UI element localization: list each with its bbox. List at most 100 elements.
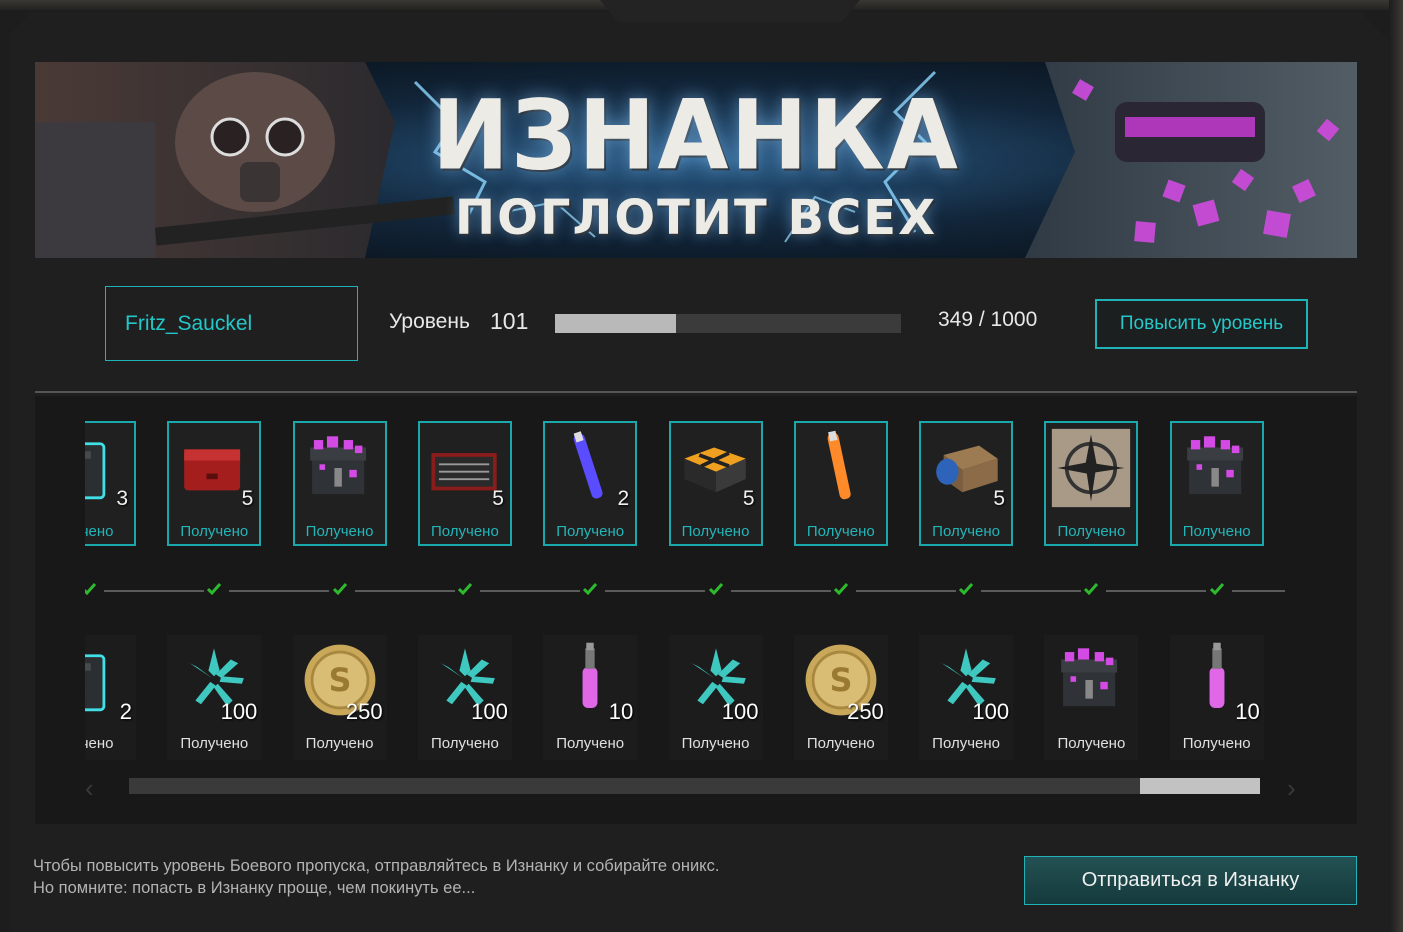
free-reward-card[interactable]: 10 Получено [543, 635, 638, 760]
reward-quantity: 5 [241, 487, 254, 510]
reward-quantity: 100 [721, 699, 759, 724]
player-name-box: Fritz_Sauckel [105, 286, 358, 361]
premium-reward-card[interactable]: 3лучено [85, 421, 136, 546]
level-checkmark-icon [85, 582, 97, 596]
reward-column: Получено S 250 Получено [292, 396, 455, 776]
reward-quantity: 3 [116, 487, 128, 510]
free-reward-card[interactable]: 100 Получено [668, 635, 763, 760]
level-up-button[interactable]: Повысить уровень [1095, 299, 1308, 349]
top-notch [600, 0, 860, 22]
level-number: 101 [490, 308, 529, 334]
reward-status: лучено [85, 735, 114, 752]
reward-quantity: 10 [1235, 699, 1260, 724]
reward-status: Получено [932, 735, 1001, 752]
level-checkmark-icon [959, 582, 974, 596]
free-reward-card[interactable]: 100 Получено [919, 635, 1014, 760]
premium-reward-card[interactable]: Получено [292, 421, 387, 546]
compass-emblem-icon [1052, 428, 1131, 508]
reward-status: Получено [1182, 523, 1251, 540]
reward-status: Получено [430, 523, 499, 540]
reward-status: Получено [180, 735, 249, 752]
free-reward-card[interactable]: S 250 Получено [292, 635, 387, 760]
reward-column: 5 Получено 100 Получено [167, 396, 330, 776]
scroll-right-arrow[interactable]: › [1287, 775, 1305, 801]
reward-track-scrollbar[interactable] [129, 778, 1260, 794]
reward-status: Получено [681, 523, 750, 540]
level-checkmark-icon [833, 582, 848, 596]
reward-quantity: 250 [847, 699, 884, 724]
reward-column: Получено 10 Получено [1169, 396, 1285, 776]
level-checkmark-icon [583, 582, 598, 596]
premium-reward-card[interactable]: Получено [793, 421, 888, 546]
reward-status: Получено [430, 735, 499, 752]
level-checkmark-icon [1084, 582, 1099, 596]
reward-quantity: 5 [993, 487, 1006, 510]
hint-line-1: Чтобы повысить уровень Боевого пропуска,… [33, 857, 720, 875]
reward-status: Получено [180, 523, 249, 540]
reward-column: 3лучено2лучено [85, 396, 204, 776]
track-connector [1231, 590, 1285, 592]
reward-quantity: 250 [345, 699, 383, 724]
level-checkmark-icon [332, 582, 347, 596]
reward-track: 3лучено2лучено5Получено100ПолученоПолуче… [35, 396, 1357, 824]
premium-reward-card[interactable]: Получено [1169, 421, 1264, 546]
free-reward-card[interactable]: S 250 Получено [793, 635, 888, 760]
reward-quantity: 100 [471, 699, 508, 724]
onyx-chest-icon [1061, 648, 1118, 707]
premium-reward-card[interactable]: Получено [1044, 421, 1139, 546]
reward-status: Получено [1057, 523, 1126, 540]
reward-status: Получено [681, 735, 750, 752]
reward-status: Получено [556, 735, 625, 752]
reward-quantity: 100 [220, 699, 258, 724]
reward-track-viewport[interactable]: 3лучено2лучено5Получено100ПолученоПолуче… [85, 396, 1285, 776]
banner-title: ИЗНАНКА [432, 79, 960, 192]
banner-subtitle: ПОГЛОТИТ ВСЕХ [454, 190, 938, 246]
event-banner: ИЗНАНКА ПОГЛОТИТ ВСЕХ [35, 62, 1357, 258]
premium-reward-card[interactable]: 2 Получено [543, 421, 638, 546]
reward-status: Получено [305, 523, 374, 540]
level-label: Уровень [389, 310, 470, 333]
premium-reward-card[interactable]: 5 Получено [919, 421, 1014, 546]
free-reward-card[interactable]: 100 Получено [167, 635, 262, 760]
footer-hint: Чтобы повысить уровень Боевого пропуска,… [33, 855, 719, 899]
free-reward-card[interactable]: Получено [1044, 635, 1139, 760]
onyx-chest-icon [309, 436, 366, 495]
scroll-left-arrow[interactable]: ‹ [85, 775, 103, 801]
reward-quantity: 100 [972, 699, 1010, 724]
reward-column: 2 Получено 10 Получено [543, 396, 706, 776]
reward-quantity: 10 [608, 699, 634, 724]
go-to-underside-button[interactable]: Отправиться в Изнанку [1024, 856, 1357, 905]
hint-line-2: Но помните: попасть в Изнанку проще, чем… [33, 879, 476, 897]
svg-text:S: S [829, 663, 852, 699]
reward-column: 5 Получено 100 Получено [668, 396, 831, 776]
reward-status: Получено [932, 523, 1001, 540]
scrollbar-thumb[interactable] [1140, 778, 1260, 794]
level-progress-fill [555, 314, 676, 333]
reward-column: Получено S 250 Получено [793, 396, 956, 776]
reward-column: Получено Получено [1044, 396, 1207, 776]
right-edge [1389, 0, 1403, 932]
premium-reward-card[interactable]: 5 Получено [167, 421, 262, 546]
reward-column: 5 Получено 100 Получено [919, 396, 1082, 776]
reward-status: Получено [1057, 735, 1126, 752]
reward-status: Получено [1182, 735, 1251, 752]
reward-quantity: 5 [742, 487, 755, 510]
free-reward-card[interactable]: 2 лучено [85, 635, 136, 760]
reward-quantity: 2 [617, 487, 630, 510]
level-progress-bar [555, 314, 901, 333]
level-checkmark-icon [457, 582, 473, 596]
free-reward-card[interactable]: 100 Получено [417, 635, 512, 760]
reward-quantity: 5 [492, 487, 504, 510]
onyx-chest-icon [1186, 436, 1243, 495]
window-frame: ИЗНАНКА ПОГЛОТИТ ВСЕХ Fritz_Sauckel Уров… [0, 0, 1403, 932]
reward-column: 5 Получено 100 Получено [417, 396, 580, 776]
reward-quantity: 2 [119, 699, 132, 724]
level-checkmark-icon [708, 582, 723, 596]
free-reward-card[interactable]: 10 Получено [1169, 635, 1264, 760]
reward-status: лучено [85, 523, 114, 540]
reward-status: Получено [806, 735, 875, 752]
premium-reward-card[interactable]: 5 Получено [668, 421, 763, 546]
premium-reward-card[interactable]: 5 Получено [417, 421, 512, 546]
divider [35, 391, 1357, 393]
orange-glowstick-icon [827, 430, 851, 500]
